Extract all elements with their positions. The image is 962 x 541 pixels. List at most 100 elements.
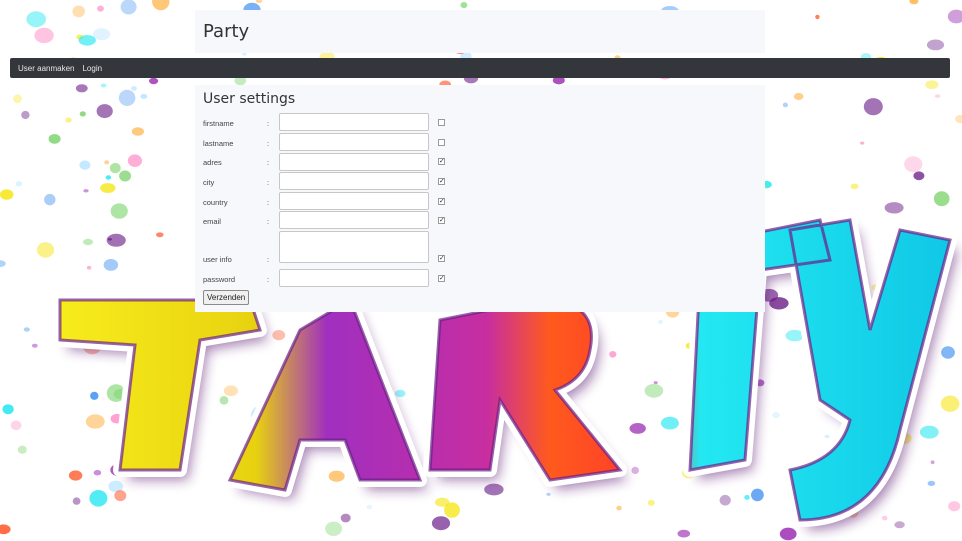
confetti-dot — [863, 98, 883, 116]
email-checkbox[interactable]: ✓ — [438, 217, 445, 224]
confetti-dot — [272, 330, 286, 341]
confetti-dot — [884, 202, 904, 214]
confetti-dot — [824, 434, 830, 439]
confetti-dot — [913, 171, 925, 181]
adres-input[interactable] — [279, 153, 429, 171]
confetti-dot — [925, 80, 939, 89]
confetti-dot — [68, 470, 83, 481]
confetti-dot — [93, 469, 102, 476]
country-checkbox[interactable]: ✓ — [438, 198, 445, 205]
confetti-dot — [644, 383, 664, 398]
confetti-dot — [119, 170, 132, 182]
confetti-dot — [0, 524, 11, 535]
adres-checkbox[interactable]: ✓ — [438, 158, 445, 165]
user-info-checkbox[interactable]: ✓ — [438, 255, 445, 262]
confetti-dot — [96, 104, 113, 119]
firstname-input[interactable] — [279, 113, 429, 131]
confetti-dot — [0, 260, 6, 267]
confetti-dot — [23, 327, 30, 332]
confetti-dot — [941, 346, 955, 359]
email-colon: : — [267, 217, 270, 226]
confetti-dot — [677, 529, 691, 538]
confetti-dot — [34, 27, 54, 44]
confetti-dot — [104, 160, 110, 165]
confetti-dot — [328, 470, 345, 482]
confetti-dot — [793, 92, 804, 101]
confetti-dot — [947, 9, 962, 24]
password-colon: : — [267, 275, 270, 284]
user-settings-panel: User settings firstname : lastname : adr… — [195, 85, 765, 312]
lastname-colon: : — [267, 139, 270, 148]
confetti-dot — [105, 175, 112, 180]
user-info-textarea[interactable] — [279, 231, 429, 263]
firstname-colon: : — [267, 119, 270, 128]
confetti-dot — [772, 412, 780, 419]
user-info-label: user info — [203, 255, 232, 264]
confetti-dot — [219, 396, 229, 405]
confetti-dot — [13, 94, 22, 104]
email-input[interactable] — [279, 211, 429, 229]
confetti-dot — [546, 492, 551, 496]
confetti-dot — [65, 117, 72, 123]
firstname-label: firstname — [203, 119, 234, 128]
confetti-dot — [79, 160, 91, 170]
confetti-dot — [109, 162, 121, 174]
confetti-dot — [325, 521, 343, 536]
confetti-dot — [149, 77, 159, 85]
confetti-dot — [100, 183, 116, 193]
nav-link-login[interactable]: Login — [82, 64, 102, 73]
confetti-dot — [120, 0, 137, 15]
country-label: country — [203, 198, 228, 207]
confetti-dot — [431, 516, 451, 531]
country-colon: : — [267, 198, 270, 207]
confetti-dot — [85, 414, 105, 429]
confetti-dot — [114, 490, 127, 502]
confetti-dot — [909, 0, 919, 5]
confetti-dot — [15, 181, 22, 187]
confetti-dot — [89, 490, 108, 507]
confetti-dot — [653, 381, 658, 385]
adres-label: adres — [203, 158, 222, 167]
site-title: Party — [203, 21, 250, 42]
confetti-dot — [36, 242, 55, 258]
confetti-dot — [118, 89, 136, 106]
confetti-dot — [609, 351, 617, 358]
city-colon: : — [267, 178, 270, 187]
firstname-checkbox[interactable] — [438, 119, 445, 126]
lastname-checkbox[interactable] — [438, 139, 445, 146]
confetti-dot — [0, 189, 14, 200]
section-title: User settings — [203, 91, 296, 107]
confetti-dot — [434, 497, 450, 507]
submit-button[interactable]: Verzenden — [203, 290, 250, 305]
confetti-dot — [631, 466, 639, 474]
confetti-dot — [26, 11, 46, 28]
lastname-label: lastname — [203, 139, 234, 148]
confetti-dot — [751, 488, 764, 502]
confetti-dot — [850, 183, 859, 190]
confetti-dot — [894, 521, 905, 529]
confetti-dot — [930, 460, 935, 465]
confetti-dot — [48, 134, 61, 144]
city-input[interactable] — [279, 172, 429, 190]
confetti-dot — [127, 154, 142, 167]
confetti-dot — [223, 385, 238, 397]
confetti-dot — [719, 494, 731, 506]
confetti-dot — [31, 343, 38, 348]
confetti-dot — [152, 0, 170, 11]
country-input[interactable] — [279, 192, 429, 210]
user-info-colon: : — [267, 255, 270, 264]
confetti-dot — [44, 193, 56, 206]
lastname-input[interactable] — [279, 133, 429, 151]
password-checkbox[interactable]: ✓ — [438, 275, 445, 282]
city-checkbox[interactable]: ✓ — [438, 178, 445, 185]
confetti-dot — [17, 445, 27, 454]
confetti-dot — [72, 497, 81, 505]
confetti-dot — [860, 141, 865, 145]
confetti-dot — [744, 494, 750, 500]
confetti-dot — [93, 28, 111, 41]
nav-link-user-aanmaken[interactable]: User aanmaken — [18, 64, 74, 73]
password-input[interactable] — [279, 269, 429, 287]
confetti-dot — [815, 14, 820, 20]
confetti-dot — [75, 84, 88, 93]
confetti-dot — [955, 114, 962, 124]
